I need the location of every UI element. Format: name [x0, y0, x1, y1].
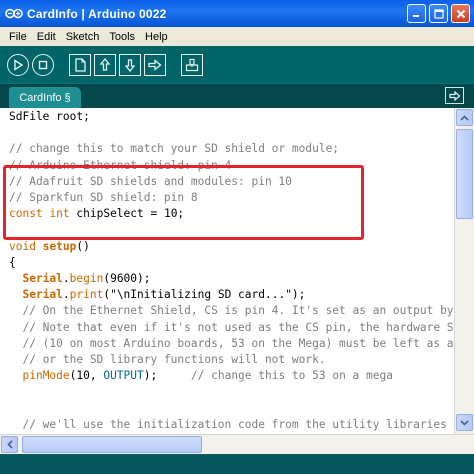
code-token: // or the SD library functions will not …	[9, 353, 326, 366]
close-button[interactable]	[451, 4, 470, 23]
scroll-left-button[interactable]	[1, 436, 18, 453]
maximize-button[interactable]	[429, 4, 448, 23]
stop-icon	[38, 60, 48, 69]
chevron-down-icon	[460, 419, 469, 426]
close-icon	[456, 9, 465, 18]
verify-button[interactable]	[7, 53, 29, 76]
open-button[interactable]	[94, 53, 116, 76]
code-line[interactable]: // (10 on most Arduino boards, 53 on the…	[9, 336, 454, 351]
code-token: Serial	[22, 288, 63, 302]
upload-icon	[148, 58, 162, 71]
save-icon	[124, 58, 136, 72]
code-token: setup	[42, 239, 77, 253]
menu-bar: File Edit Sketch Tools Help	[0, 27, 474, 46]
code-line[interactable]: Serial.print("\nInitializing SD card..."…	[9, 287, 305, 302]
menu-help[interactable]: Help	[140, 31, 173, 43]
horizontal-scrollbar[interactable]	[0, 434, 474, 454]
tab-menu-button[interactable]	[445, 87, 464, 104]
code-token: // (10 on most Arduino boards, 53 on the…	[9, 336, 454, 350]
code-token: (10,	[69, 369, 104, 383]
code-token: pinMode	[22, 369, 70, 383]
tab-cardinfo[interactable]: CardInfo §	[9, 87, 81, 109]
serial-monitor-icon	[185, 58, 199, 71]
code-line[interactable]: // Note that even if it's not used as th…	[9, 320, 454, 335]
code-token: .	[62, 272, 70, 285]
code-editor[interactable]: // we'll use the initialization code fro…	[0, 108, 454, 434]
code-token: // Note that even if it's not used as th…	[9, 320, 454, 334]
scroll-down-button[interactable]	[456, 414, 473, 431]
code-token: // change this to match your SD shield o…	[9, 142, 340, 156]
scroll-up-button[interactable]	[456, 109, 473, 126]
serial-monitor-button[interactable]	[181, 53, 203, 76]
code-line[interactable]: SdFile root;	[9, 109, 90, 124]
upload-button[interactable]	[144, 53, 166, 76]
toolbar	[0, 46, 474, 83]
code-line[interactable]: // change this to match your SD shield o…	[9, 141, 339, 156]
status-bar	[0, 454, 474, 474]
arrow-right-icon	[448, 90, 460, 101]
code-token: void	[9, 239, 36, 253]
code-line[interactable]: {	[9, 255, 16, 270]
open-icon	[99, 57, 111, 71]
code-token: // On the Ethernet Shield, CS is pin 4. …	[9, 304, 454, 318]
highlight-box	[3, 165, 364, 240]
horizontal-scroll-thumb[interactable]	[22, 436, 202, 453]
chevron-left-icon	[6, 440, 13, 449]
code-token: // we'll use the initialization code fro…	[9, 417, 447, 431]
code-token: Serial	[22, 272, 63, 285]
code-token: begin	[69, 272, 104, 285]
menu-tools[interactable]: Tools	[104, 31, 140, 43]
code-token: OUTPUT	[103, 369, 144, 383]
menu-file[interactable]: File	[4, 31, 32, 43]
code-line[interactable]: // or the SD library functions will not …	[9, 352, 326, 367]
code-line[interactable]: Serial.begin(9600);	[9, 271, 151, 286]
verify-icon	[14, 58, 24, 71]
arduino-logo-icon	[5, 7, 23, 21]
code-token: );	[143, 369, 191, 383]
code-token: {	[9, 255, 16, 269]
title-bar: CardInfo | Arduino 0022	[0, 0, 474, 27]
stop-button[interactable]	[32, 53, 54, 76]
code-token: // change this to 53 on a mega	[190, 369, 393, 383]
menu-edit[interactable]: Edit	[32, 31, 61, 43]
code-line[interactable]: // On the Ethernet Shield, CS is pin 4. …	[9, 303, 454, 318]
code-token: print	[69, 288, 104, 302]
code-line[interactable]: pinMode(10, OUTPUT); // change this to 5…	[9, 368, 393, 383]
window-title: CardInfo | Arduino 0022	[27, 6, 167, 21]
code-token: ("\nInitializing SD card...");	[103, 288, 306, 302]
new-button[interactable]	[69, 53, 91, 76]
minimize-button[interactable]	[407, 4, 426, 23]
code-token: .	[62, 288, 70, 302]
new-icon	[75, 57, 86, 72]
vertical-scroll-thumb[interactable]	[456, 129, 473, 219]
code-token: (9600);	[103, 272, 151, 285]
code-line[interactable]: // we'll use the initialization code fro…	[9, 417, 447, 432]
tab-bar: CardInfo §	[0, 83, 474, 109]
save-button[interactable]	[119, 53, 141, 76]
minimize-icon	[413, 15, 419, 17]
chevron-up-icon	[460, 114, 469, 121]
maximize-icon	[433, 8, 444, 19]
code-line[interactable]: void setup()	[9, 239, 90, 254]
code-token: SdFile root;	[9, 110, 90, 123]
code-token: ()	[76, 239, 90, 253]
vertical-scrollbar[interactable]	[454, 108, 474, 434]
menu-sketch[interactable]: Sketch	[61, 31, 105, 43]
